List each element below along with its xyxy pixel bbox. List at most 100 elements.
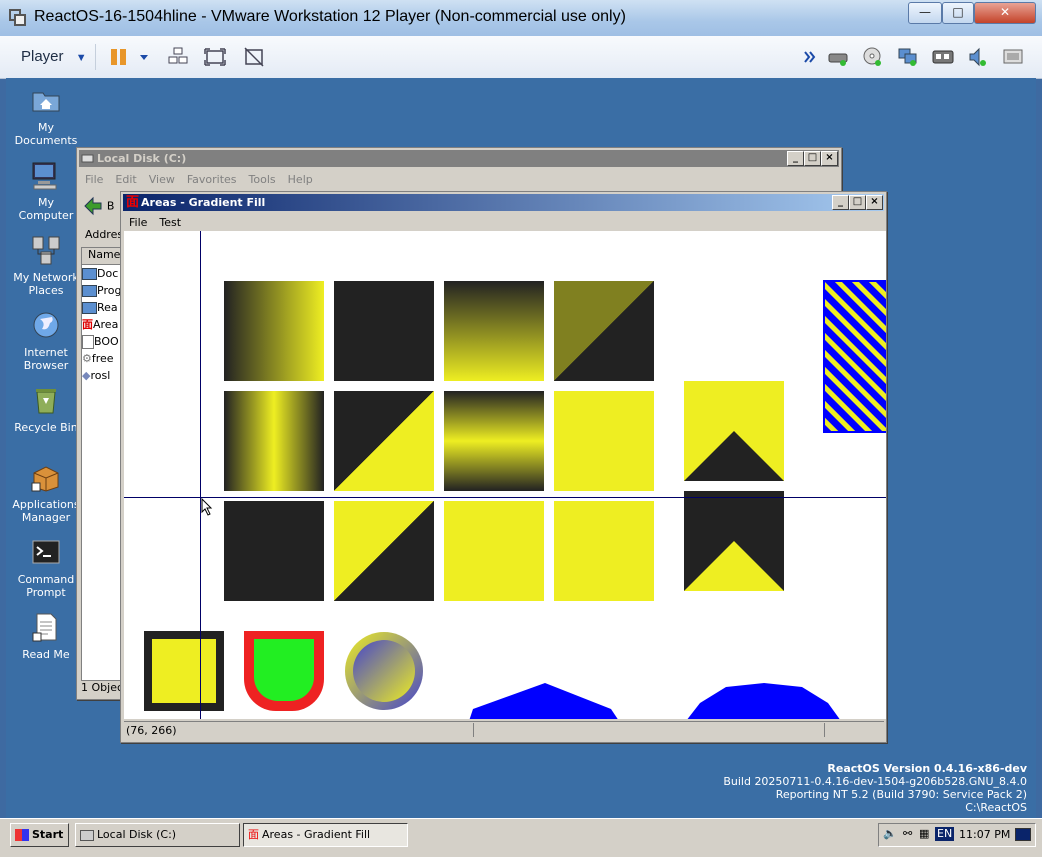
menu-view[interactable]: View: [143, 170, 181, 186]
drawing-canvas[interactable]: [124, 231, 886, 719]
list-item[interactable]: Doc: [82, 265, 122, 282]
gradient-square-horizontal: [224, 281, 324, 381]
hatch-pattern-rect: [823, 280, 886, 433]
gear-icon: ⚙: [82, 352, 92, 365]
menu-tools[interactable]: Tools: [243, 170, 282, 186]
network-adapter-icon[interactable]: [897, 46, 919, 68]
gradient-close-button[interactable]: ×: [866, 195, 883, 210]
gradient-ring-circle: [345, 632, 423, 710]
list-item[interactable]: Prog: [82, 282, 122, 299]
explorer-minimize-button[interactable]: _: [787, 151, 804, 166]
menu-help[interactable]: Help: [282, 170, 319, 186]
terminal-icon: [32, 540, 60, 564]
document-icon: [32, 613, 57, 642]
show-desktop-icon[interactable]: [1015, 828, 1031, 841]
send-ctrl-alt-del-icon[interactable]: [167, 46, 189, 68]
clock[interactable]: 11:07 PM: [959, 828, 1010, 841]
crosshair-horizontal-line: [124, 497, 886, 498]
desktop-icon-my-computer[interactable]: My Computer: [6, 159, 86, 222]
mouse-cursor-icon: [201, 498, 213, 516]
desktop-icon-command-prompt[interactable]: Command Prompt: [6, 536, 86, 599]
taskbar-item-gradient-fill[interactable]: 面 Areas - Gradient Fill: [243, 823, 408, 847]
blue-dome-shape: [687, 683, 840, 719]
double-chevron-right-icon[interactable]: [803, 46, 817, 68]
speaker-icon[interactable]: 🔈: [883, 827, 897, 840]
chevron-down-icon: ▼: [75, 52, 87, 64]
gradient-maximize-button[interactable]: □: [849, 195, 866, 210]
desktop-icon-my-network-places[interactable]: My Network Places: [6, 234, 86, 297]
desktop-icon-label: My: [37, 121, 54, 134]
reactos-app-icon: 面: [126, 195, 140, 210]
cd-dvd-device-icon[interactable]: [862, 46, 884, 68]
solid-yellow-square: [444, 501, 544, 601]
path-text: C:\ReactOS: [965, 801, 1027, 814]
solid-yellow-square: [554, 391, 654, 491]
player-menu-button[interactable]: Player ▼: [21, 48, 87, 65]
gradient-square-v-mirror: [444, 391, 544, 491]
list-item[interactable]: 面Area: [82, 316, 122, 333]
unity-mode-icon[interactable]: [243, 46, 265, 68]
desktop-icon-label: Internet: [24, 346, 68, 359]
list-item[interactable]: Rea: [82, 299, 122, 316]
safely-remove-icon[interactable]: ⚯: [903, 827, 912, 840]
shield-shape-green: [244, 631, 324, 711]
start-button[interactable]: Start: [10, 823, 69, 847]
menu-test[interactable]: Test: [153, 213, 187, 229]
gradient-fill-window: 面 Areas - Gradient Fill _ □ × FileTest: [120, 191, 887, 743]
vmware-minimize-button[interactable]: —: [908, 2, 942, 24]
desktop-icon-label: Manager: [21, 511, 71, 524]
back-button[interactable]: B: [83, 196, 114, 216]
explorer-title-bar: Local Disk (C:): [79, 150, 839, 167]
display-icon[interactable]: [1002, 46, 1024, 68]
desktop-icon-applications-manager[interactable]: Applications Manager: [6, 461, 86, 524]
list-item[interactable]: ⚙free: [82, 350, 122, 367]
system-tray: 🔈 ⚯ ▦ EN 11:07 PM: [878, 823, 1036, 847]
blue-pentagon-shape: [469, 683, 618, 719]
solid-dark-square: [334, 281, 434, 381]
desktop-icon-label: Computer: [18, 209, 74, 222]
version-text: ReactOS Version 0.4.16-x86-dev: [827, 762, 1027, 775]
pause-icon[interactable]: [108, 46, 130, 68]
reactos-app-icon: 面: [248, 828, 259, 841]
desktop-icon-label: Places: [28, 284, 64, 297]
desktop-icon-my-documents[interactable]: My Documents: [6, 84, 86, 147]
menu-favorites[interactable]: Favorites: [181, 170, 243, 186]
gradient-square-vertical: [444, 281, 544, 381]
desktop-icon-recycle-bin[interactable]: Recycle Bin: [6, 384, 86, 434]
language-indicator[interactable]: EN: [935, 827, 955, 841]
column-header-name[interactable]: Name: [82, 248, 122, 265]
reporting-text: Reporting NT 5.2 (Build 3790: Service Pa…: [775, 788, 1027, 801]
menu-file[interactable]: File: [123, 213, 153, 229]
desktop-icon-read-me[interactable]: Read Me: [6, 611, 86, 661]
usb-device-icon[interactable]: [932, 46, 954, 68]
taskbar: Start Local Disk (C:) 面 Areas - Gradient …: [0, 818, 1042, 857]
full-screen-icon[interactable]: [204, 46, 226, 68]
sound-card-icon[interactable]: [967, 46, 989, 68]
triangle-split-square-olive: [554, 281, 654, 381]
explorer-close-button[interactable]: ×: [821, 151, 838, 166]
network-tray-icon[interactable]: ▦: [919, 827, 929, 840]
taskbar-item-local-disk[interactable]: Local Disk (C:): [75, 823, 240, 847]
menu-file[interactable]: File: [79, 170, 109, 186]
vmware-maximize-button[interactable]: □: [942, 2, 974, 24]
explorer-maximize-button[interactable]: □: [804, 151, 821, 166]
triangle-split-square-yellow-dark: [334, 501, 434, 601]
computer-icon: [32, 162, 57, 190]
desktop-icon-label: My Network: [13, 271, 79, 284]
explorer-title: Local Disk (C:): [97, 152, 187, 165]
vmware-close-button[interactable]: ✕: [974, 2, 1036, 24]
hard-disk-device-icon[interactable]: [827, 46, 849, 68]
status-coordinates: (76, 266): [126, 724, 177, 737]
chevron-down-icon[interactable]: [138, 46, 150, 68]
desktop-icon-label: Applications: [12, 498, 80, 511]
vmware-title-bar: ReactOS-16-1504hline - VMware Workstatio…: [0, 0, 1042, 37]
gradient-minimize-button[interactable]: _: [832, 195, 849, 210]
explorer-status: 1 Objec: [81, 681, 124, 694]
vmware-window-title: ReactOS-16-1504hline - VMware Workstatio…: [34, 8, 626, 25]
list-item[interactable]: BOO: [82, 333, 122, 350]
list-item[interactable]: ◆rosl: [82, 367, 122, 384]
reactos-app-icon: 面: [82, 318, 93, 331]
desktop-icon-internet-browser[interactable]: Internet Browser: [6, 309, 86, 372]
solid-yellow-square: [554, 501, 654, 601]
menu-edit[interactable]: Edit: [109, 170, 142, 186]
